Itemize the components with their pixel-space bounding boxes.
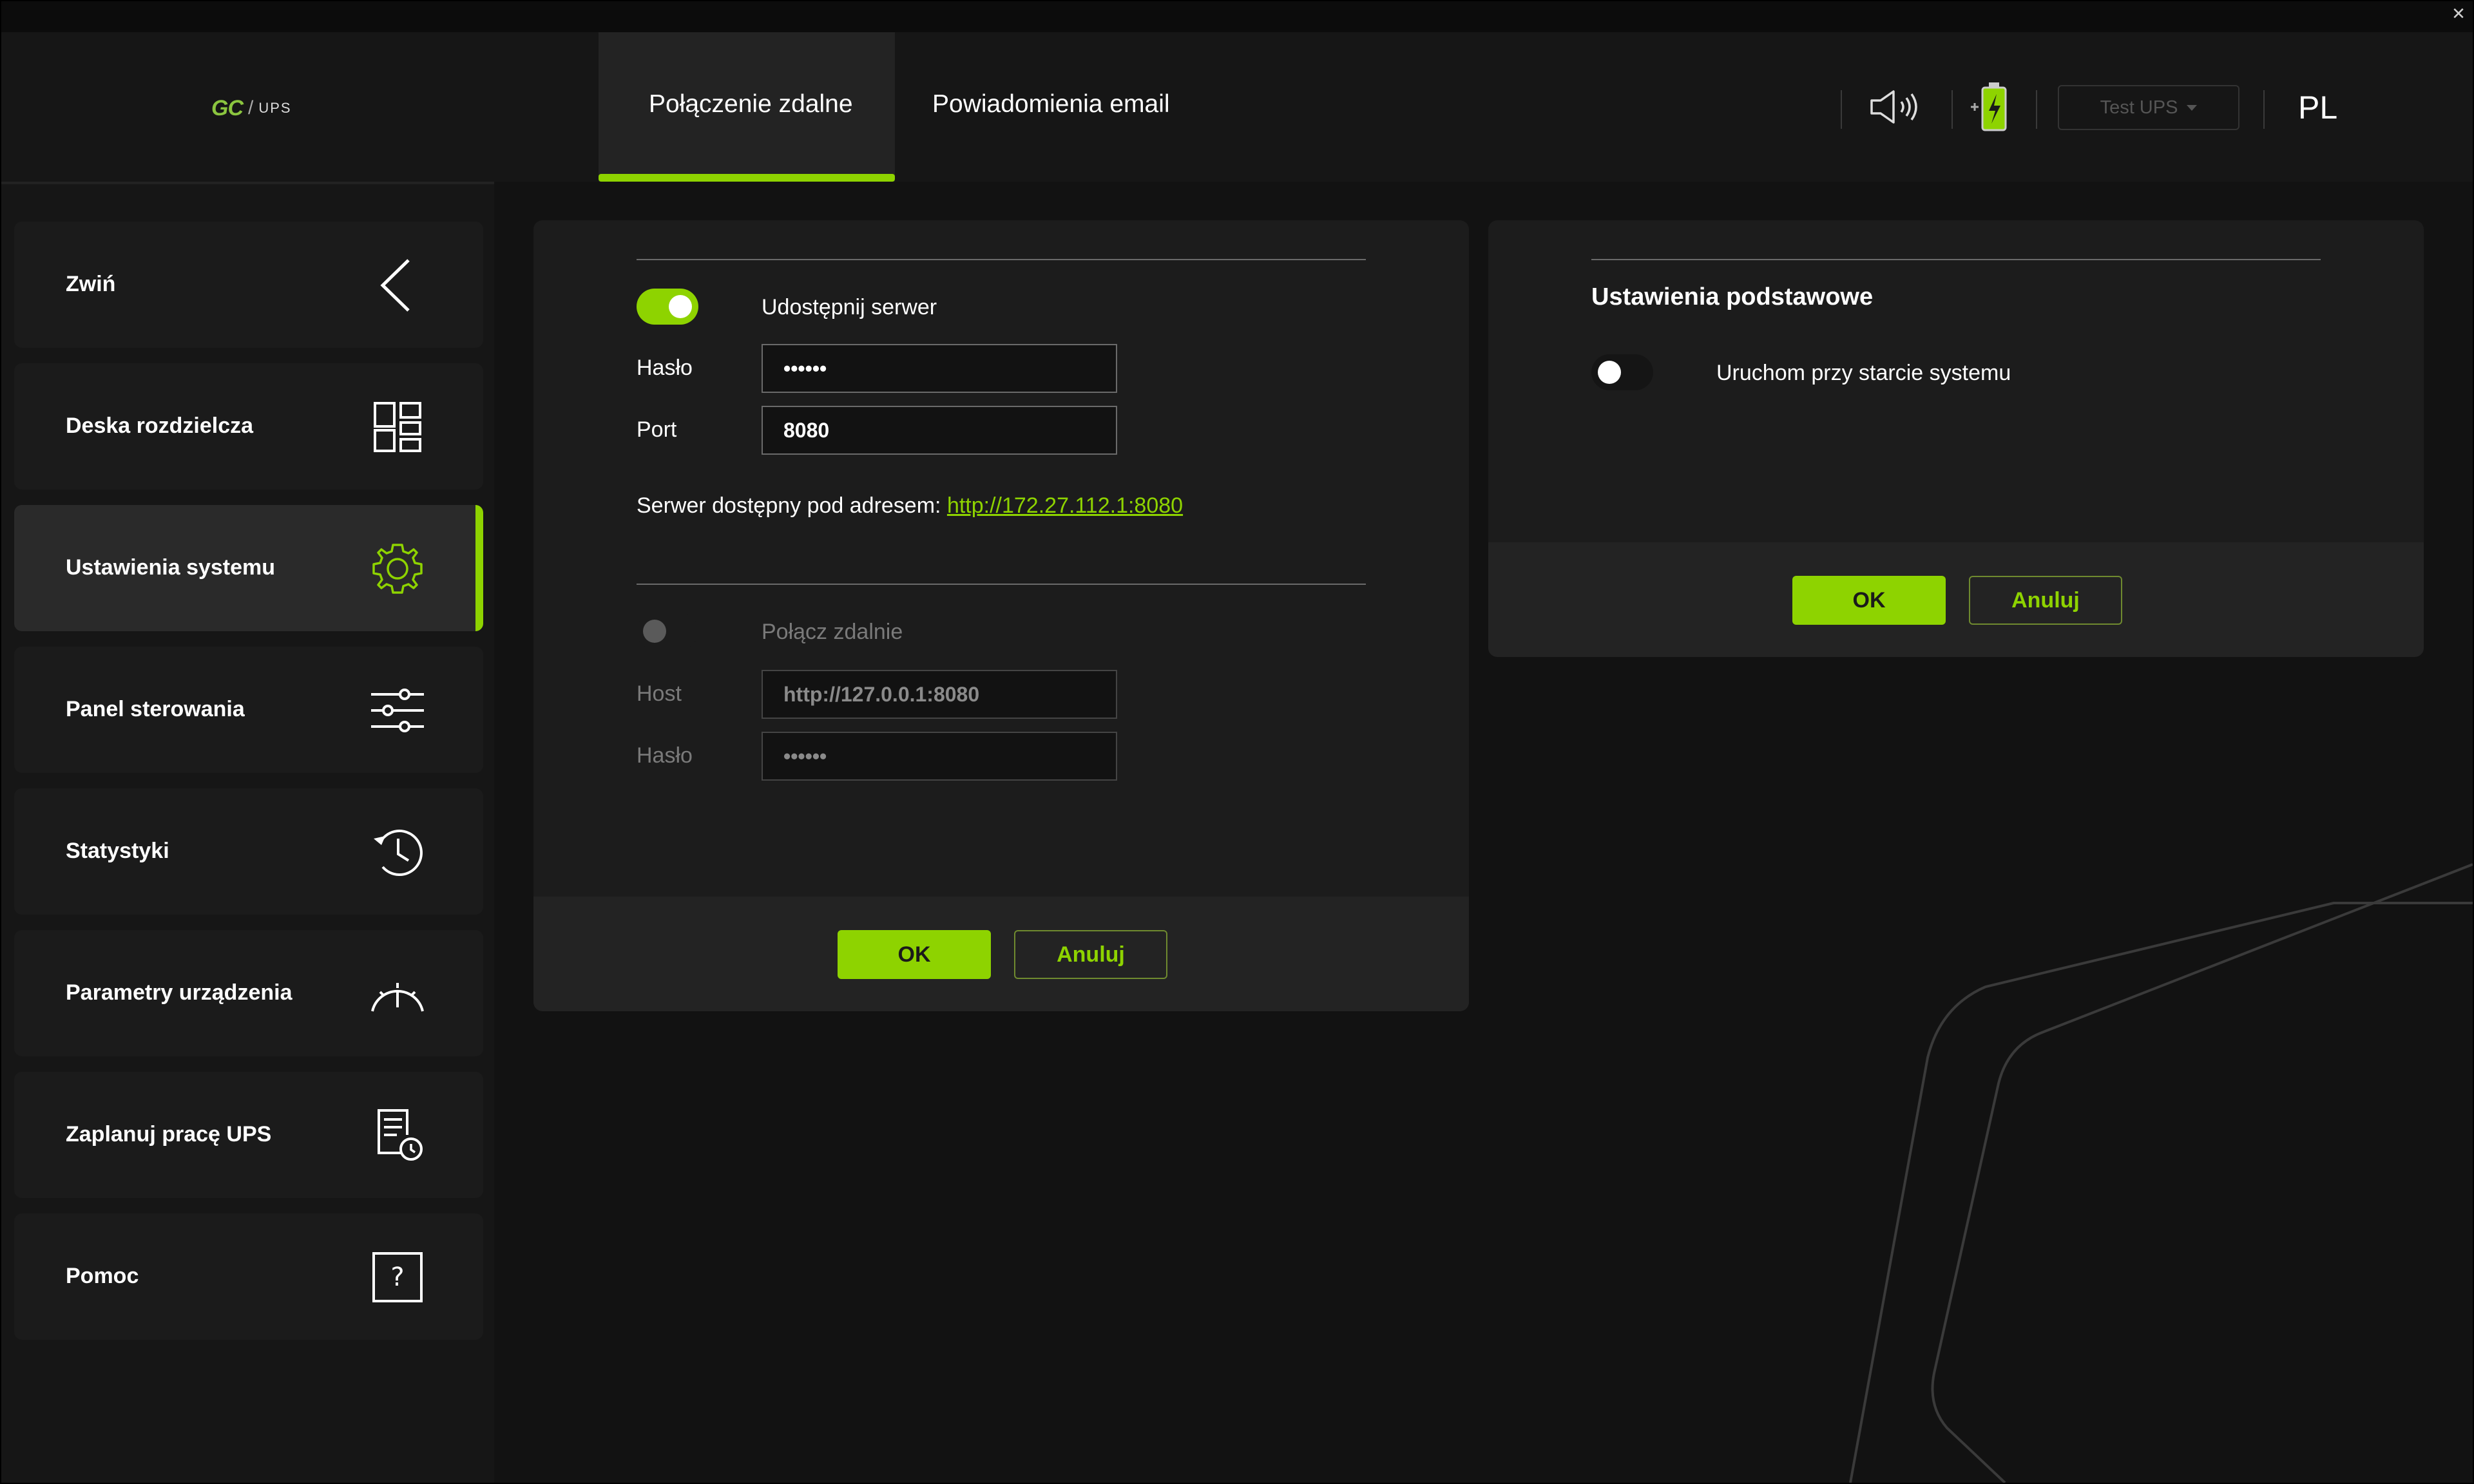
header-divider <box>1841 90 1842 129</box>
section-divider <box>637 584 1366 585</box>
sidebar-item-control-panel[interactable]: Panel sterowania <box>14 647 483 773</box>
logo-separator: / <box>248 97 254 119</box>
caret-down-icon <box>2187 104 2198 111</box>
sidebar-item-dashboard[interactable]: Deska rozdzielcza <box>14 363 483 490</box>
logo-area: GC / UPS <box>1 32 494 184</box>
toggle-knob <box>643 620 666 643</box>
client-password-label: Hasło <box>637 743 693 768</box>
server-password-label: Hasło <box>637 356 693 380</box>
toggle-knob <box>669 295 692 318</box>
ok-button[interactable]: OK <box>1792 576 1946 625</box>
tab-label: Powiadomienia email <box>932 90 1170 118</box>
gauge-icon <box>371 983 424 1012</box>
logo-product: UPS <box>258 100 292 116</box>
ups-select-value: Test UPS <box>2100 97 2178 118</box>
schedule-document-icon <box>378 1109 423 1161</box>
header-divider <box>1951 90 1953 129</box>
share-server-toggle[interactable] <box>637 289 698 325</box>
battery-charging-icon <box>1971 82 2007 131</box>
sidebar-item-label: Ustawienia systemu <box>66 555 276 580</box>
language-selector[interactable]: PL <box>2298 89 2337 126</box>
tab-label: Połączenie zdalne <box>649 90 853 118</box>
section-divider <box>1591 259 2321 260</box>
server-port-input[interactable]: 8080 <box>762 406 1117 455</box>
sidebar-item-schedule-ups[interactable]: Zaplanuj pracę UPS <box>14 1072 483 1198</box>
sidebar: GC / UPS Zwiń Deska rozdzielcza Ustawien… <box>1 32 494 1483</box>
sidebar-item-label: Zaplanuj pracę UPS <box>66 1122 272 1146</box>
header-divider <box>2263 90 2265 129</box>
connect-remotely-label: Połącz zdalnie <box>762 620 903 644</box>
sliders-icon <box>371 689 424 732</box>
client-password-input[interactable]: •••••• <box>762 732 1117 781</box>
basic-settings-panel: Ustawienia podstawowe Uruchom przy starc… <box>1488 220 2424 657</box>
history-clock-icon <box>374 830 423 877</box>
sidebar-item-label: Deska rozdzielcza <box>66 414 254 438</box>
gear-icon <box>372 544 423 594</box>
sidebar-item-help[interactable]: Pomoc ? <box>14 1213 483 1340</box>
share-server-label: Udostępnij serwer <box>762 295 937 319</box>
remote-connection-panel: Udostępnij serwer Hasło •••••• Port 8080… <box>533 220 1469 1011</box>
app-logo: GC / UPS <box>211 95 292 121</box>
ups-device-select[interactable]: Test UPS <box>2058 85 2239 130</box>
panel-footer: OK Anuluj <box>1488 542 2424 657</box>
logo-brand: GC <box>211 95 244 120</box>
speaker-volume-icon[interactable] <box>1868 88 1926 126</box>
cancel-button[interactable]: Anuluj <box>1969 576 2122 625</box>
server-address-text: Serwer dostępny pod adresem: http://172.… <box>637 493 1183 518</box>
host-input[interactable]: http://127.0.0.1:8080 <box>762 670 1117 719</box>
server-address-link[interactable]: http://172.27.112.1:8080 <box>947 493 1183 518</box>
sidebar-item-label: Panel sterowania <box>66 697 245 721</box>
sidebar-item-label: Statystyki <box>66 839 169 863</box>
ok-button[interactable]: OK <box>838 930 991 979</box>
sidebar-item-label: Parametry urządzenia <box>66 980 292 1005</box>
help-question-icon: ? <box>372 1252 423 1302</box>
host-label: Host <box>637 681 682 706</box>
sidebar-item-device-parameters[interactable]: Parametry urządzenia <box>14 930 483 1056</box>
tab-email-notifications[interactable]: Powiadomienia email <box>895 32 1191 182</box>
svg-text:?: ? <box>390 1262 404 1292</box>
sidebar-item-collapse[interactable]: Zwiń <box>14 222 483 348</box>
sidebar-item-system-settings[interactable]: Ustawienia systemu <box>14 505 483 631</box>
section-divider <box>637 259 1366 260</box>
basic-settings-title: Ustawienia podstawowe <box>1591 283 1874 310</box>
dashboard-grid-icon <box>374 402 421 452</box>
panel-footer: OK Anuluj <box>533 897 1469 1011</box>
sidebar-item-statistics[interactable]: Statystyki <box>14 788 483 915</box>
cancel-button[interactable]: Anuluj <box>1014 930 1167 979</box>
autostart-toggle[interactable] <box>1591 354 1653 390</box>
autostart-label: Uruchom przy starcie systemu <box>1716 361 2011 385</box>
sidebar-item-label: Pomoc <box>66 1264 139 1288</box>
header-divider <box>2036 90 2037 129</box>
toggle-knob <box>1598 361 1621 384</box>
top-header: Połączenie zdalne Powiadomienia email Te… <box>494 32 2473 182</box>
sidebar-item-label: Zwiń <box>66 272 116 296</box>
chevron-left-icon <box>380 259 410 312</box>
connect-remotely-toggle[interactable] <box>637 613 698 649</box>
server-port-label: Port <box>637 417 677 442</box>
server-password-input[interactable]: •••••• <box>762 344 1117 393</box>
app-window: ✕ GC / UPS Zwiń Deska rozdzielcza Ustawi… <box>1 1 2473 1483</box>
tab-remote-connection[interactable]: Połączenie zdalne <box>599 32 895 182</box>
server-address-prefix: Serwer dostępny pod adresem: <box>637 493 941 518</box>
